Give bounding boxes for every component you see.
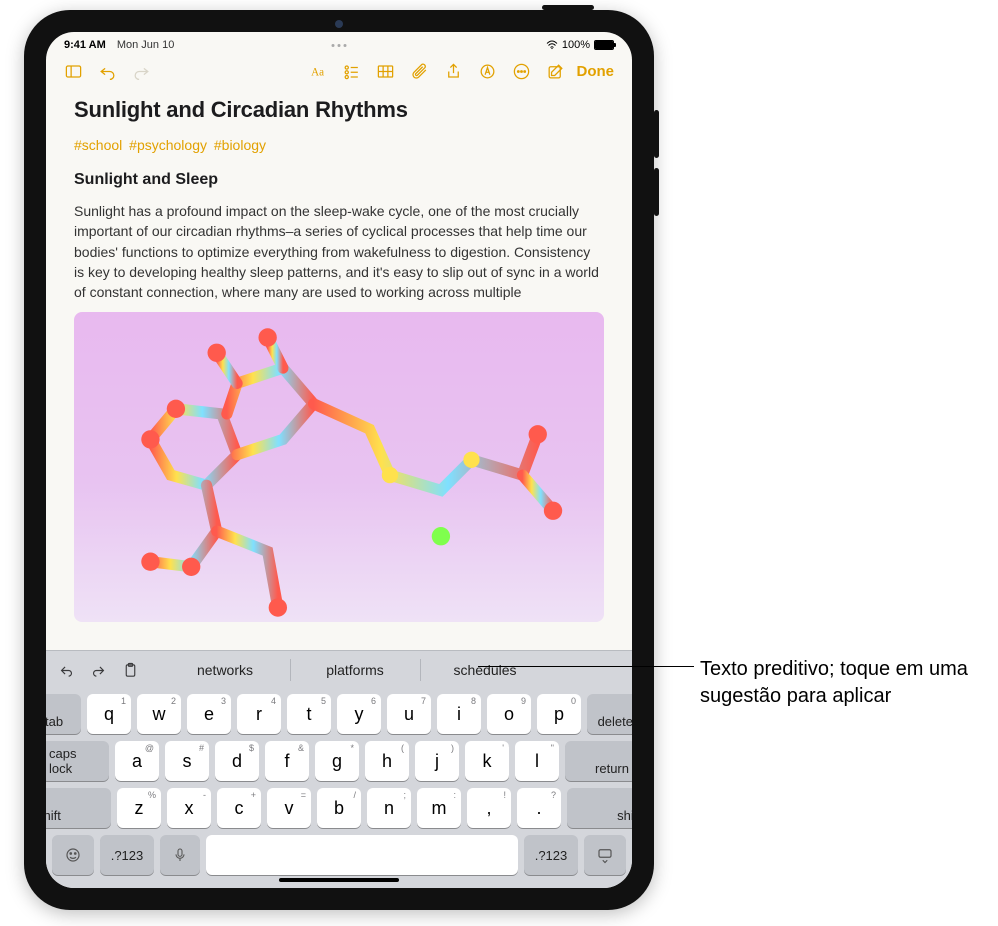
- key-emoji[interactable]: [52, 835, 94, 875]
- key-p[interactable]: p0: [537, 694, 581, 734]
- note-heading: Sunlight and Sleep: [74, 171, 604, 189]
- table-icon[interactable]: [371, 57, 401, 85]
- key-t[interactable]: t5: [287, 694, 331, 734]
- key-r[interactable]: r4: [237, 694, 281, 734]
- predictive-suggestions: networks platforms schedules: [148, 651, 562, 689]
- predictive-bar: networks platforms schedules: [46, 651, 632, 689]
- key-w[interactable]: w2: [137, 694, 181, 734]
- key-,[interactable]: ,!: [467, 788, 511, 828]
- key-delete[interactable]: delete: [587, 694, 632, 734]
- key-return[interactable]: return: [565, 741, 632, 781]
- key-k[interactable]: k': [465, 741, 509, 781]
- key-space[interactable]: [206, 835, 518, 875]
- sidebar-toggle-icon[interactable]: [58, 57, 88, 85]
- power-button[interactable]: [542, 5, 594, 10]
- kb-redo-icon[interactable]: [84, 656, 112, 684]
- note-image-molecule[interactable]: [74, 312, 604, 622]
- attachment-icon[interactable]: [405, 57, 435, 85]
- key-z[interactable]: z%: [117, 788, 161, 828]
- key-h[interactable]: h(: [365, 741, 409, 781]
- key-d[interactable]: d$: [215, 741, 259, 781]
- key-shift-right[interactable]: shift: [567, 788, 632, 828]
- tag[interactable]: #school: [74, 137, 122, 153]
- key-capslock[interactable]: caps lock: [46, 741, 109, 781]
- key-j[interactable]: j): [415, 741, 459, 781]
- key-dismiss-keyboard[interactable]: [584, 835, 626, 875]
- markup-icon[interactable]: [473, 57, 503, 85]
- volume-down-button[interactable]: [654, 168, 659, 216]
- key-q[interactable]: q1: [87, 694, 131, 734]
- more-icon[interactable]: [507, 57, 537, 85]
- key-dictation[interactable]: [160, 835, 200, 875]
- status-time: 9:41 AM: [64, 39, 106, 51]
- key-x[interactable]: x-: [167, 788, 211, 828]
- volume-up-button[interactable]: [654, 110, 659, 158]
- key-shift-left[interactable]: shift: [46, 788, 111, 828]
- key-u[interactable]: u7: [387, 694, 431, 734]
- key-c[interactable]: c+: [217, 788, 261, 828]
- note-title: Sunlight and Circadian Rhythms: [74, 97, 604, 123]
- multitask-dots[interactable]: [332, 44, 347, 47]
- front-camera: [335, 20, 343, 28]
- undo-icon[interactable]: [92, 57, 122, 85]
- key-f[interactable]: f&: [265, 741, 309, 781]
- kb-undo-icon[interactable]: [52, 656, 80, 684]
- kb-clipboard-icon[interactable]: [116, 656, 144, 684]
- home-indicator[interactable]: [279, 878, 399, 882]
- svg-text:Aa: Aa: [311, 66, 324, 78]
- key-v[interactable]: v=: [267, 788, 311, 828]
- note-tags[interactable]: #school #psychology #biology: [74, 137, 604, 153]
- note-content[interactable]: Sunlight and Circadian Rhythms #school #…: [46, 93, 632, 650]
- keyboard: networks platforms schedules tab q1w2e3r…: [46, 650, 632, 888]
- key-y[interactable]: y6: [337, 694, 381, 734]
- key-a[interactable]: a@: [115, 741, 159, 781]
- ipad-frame: 9:41 AM Mon Jun 10 100%: [24, 10, 654, 910]
- predictive-suggestion[interactable]: networks: [160, 651, 290, 689]
- redo-icon: [126, 57, 156, 85]
- tag[interactable]: #psychology: [129, 137, 207, 153]
- key-n[interactable]: n;: [367, 788, 411, 828]
- key-symbols-left[interactable]: .?123: [100, 835, 154, 875]
- status-bar: 9:41 AM Mon Jun 10 100%: [46, 32, 632, 53]
- key-symbols-right[interactable]: .?123: [524, 835, 578, 875]
- wifi-icon: [546, 40, 558, 50]
- checklist-icon[interactable]: [337, 57, 367, 85]
- battery-pct: 100%: [562, 39, 590, 51]
- screen: 9:41 AM Mon Jun 10 100%: [46, 32, 632, 888]
- share-icon[interactable]: [439, 57, 469, 85]
- predictive-suggestion[interactable]: platforms: [290, 651, 420, 689]
- text-format-icon[interactable]: Aa: [303, 57, 333, 85]
- note-paragraph: Sunlight has a profound impact on the sl…: [74, 201, 604, 302]
- key-i[interactable]: i8: [437, 694, 481, 734]
- key-e[interactable]: e3: [187, 694, 231, 734]
- notes-toolbar: Aa Done: [46, 53, 632, 93]
- status-date: Mon Jun 10: [117, 39, 174, 51]
- predictive-suggestion[interactable]: schedules: [420, 651, 550, 689]
- compose-icon[interactable]: [541, 57, 571, 85]
- key-.[interactable]: .?: [517, 788, 561, 828]
- battery-icon: [594, 40, 614, 50]
- done-button[interactable]: Done: [575, 63, 621, 80]
- annotation-leader-line: [478, 666, 694, 667]
- key-tab[interactable]: tab: [46, 694, 81, 734]
- key-o[interactable]: o9: [487, 694, 531, 734]
- key-m[interactable]: m:: [417, 788, 461, 828]
- key-b[interactable]: b/: [317, 788, 361, 828]
- annotation-callout: Texto preditivo; toque em uma sugestão p…: [700, 656, 970, 710]
- tag[interactable]: #biology: [214, 137, 266, 153]
- key-l[interactable]: l": [515, 741, 559, 781]
- key-s[interactable]: s#: [165, 741, 209, 781]
- key-g[interactable]: g*: [315, 741, 359, 781]
